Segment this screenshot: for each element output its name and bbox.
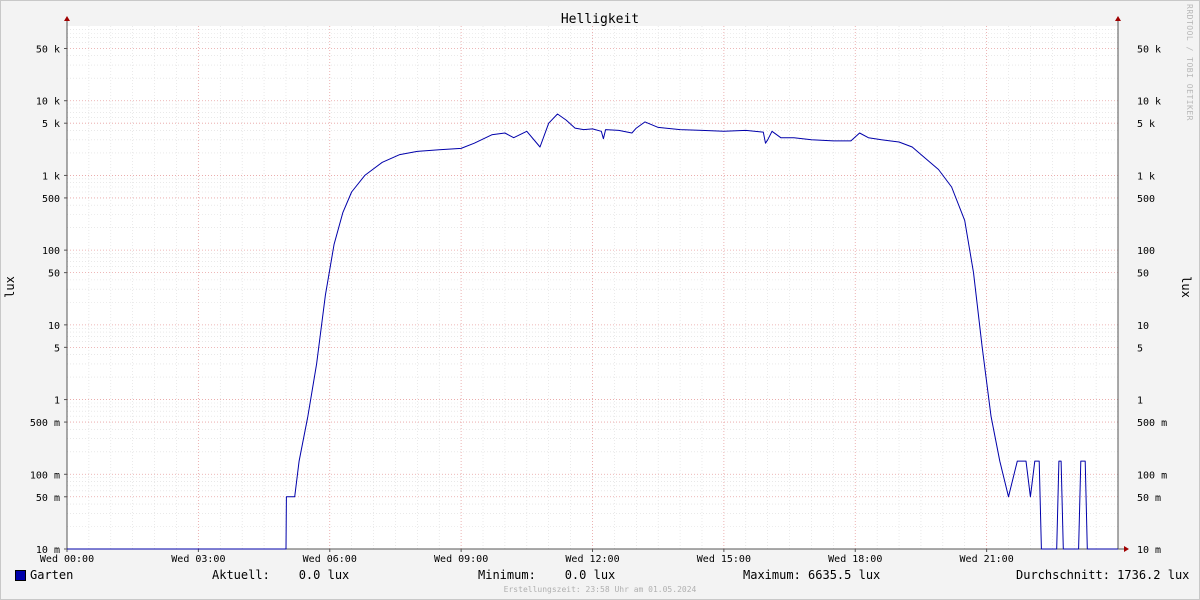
y-tick-label-left: 10 — [48, 321, 60, 332]
x-tick-label: Wed 09:00 — [434, 554, 488, 565]
creation-time: Erstellungszeit: 23:58 Uhr am 01.05.2024 — [503, 585, 697, 594]
y-tick-label-left: 50 — [48, 269, 60, 280]
x-tick-label: Wed 18:00 — [828, 554, 882, 565]
y-tick-label-right: 500 — [1137, 194, 1155, 205]
y-tick-label-left: 5 — [54, 343, 60, 354]
y-tick-label-right: 10 m — [1137, 545, 1161, 556]
y-tick-label-left: 5 k — [42, 119, 60, 130]
y-tick-label-left: 1 — [54, 396, 60, 407]
x-tick-label: Wed 15:00 — [697, 554, 751, 565]
y-axis-arrow-left — [64, 16, 70, 21]
y-tick-label-right: 10 — [1137, 321, 1149, 332]
y-tick-label-right: 50 k — [1137, 44, 1161, 55]
y-axis-label-right: lux — [1179, 276, 1193, 298]
legend-current: Aktuell: 0.0 lux — [212, 568, 350, 582]
legend-swatch-garten — [15, 570, 26, 581]
legend-minimum: Minimum: 0.0 lux — [478, 568, 616, 582]
x-tick-label: Wed 21:00 — [960, 554, 1014, 565]
chart-title: Helligkeit — [561, 12, 639, 27]
legend-series-name: Garten — [30, 568, 74, 582]
y-tick-label-left: 50 k — [36, 44, 60, 55]
y-tick-label-left: 10 k — [36, 97, 60, 108]
brightness-chart: 10 m 10 m50 m 50 m100 m 100 m500 m 500 m1 15 5… — [3, 12, 1193, 565]
x-tick-label: Wed 03:00 — [171, 554, 225, 565]
x-tick-label: Wed 00:00 — [40, 554, 94, 565]
legend-maximum: Maximum: 6635.5 lux — [743, 568, 881, 582]
y-tick-label-right: 50 m — [1137, 493, 1161, 504]
y-tick-label-left: 500 — [42, 194, 60, 205]
y-tick-label-left: 100 — [42, 246, 60, 257]
y-tick-label-right: 1 — [1137, 396, 1143, 407]
y-tick-label-right: 100 m — [1137, 470, 1167, 481]
y-tick-label-left: 1 k — [42, 171, 60, 182]
legend-average: Durchschnitt: 1736.2 lux — [1016, 568, 1190, 582]
y-tick-label-left: 50 m — [36, 493, 60, 504]
y-tick-label-left: 500 m — [30, 418, 60, 429]
y-tick-label-right: 10 k — [1137, 97, 1161, 108]
y-tick-label-right: 50 — [1137, 269, 1149, 280]
y-tick-label-right: 1 k — [1137, 171, 1155, 182]
y-tick-label-right: 5 k — [1137, 119, 1155, 130]
x-tick-label: Wed 06:00 — [303, 554, 357, 565]
y-tick-label-right: 5 — [1137, 343, 1143, 354]
y-tick-label-left: 100 m — [30, 470, 60, 481]
rrdtool-watermark: RRDTOOL / TOBI OETIKER — [1185, 4, 1194, 121]
x-axis-arrow — [1124, 546, 1129, 552]
x-tick-label: Wed 12:00 — [565, 554, 619, 565]
y-axis-label-left: lux — [3, 276, 17, 298]
y-tick-label-right: 500 m — [1137, 418, 1167, 429]
x-tick-labels: Wed 00:00 Wed 03:00 Wed 06:00 Wed 09:00 Wed … — [40, 554, 1014, 565]
y-tick-label-right: 100 — [1137, 246, 1155, 257]
y-axis-arrow-right — [1115, 16, 1121, 21]
